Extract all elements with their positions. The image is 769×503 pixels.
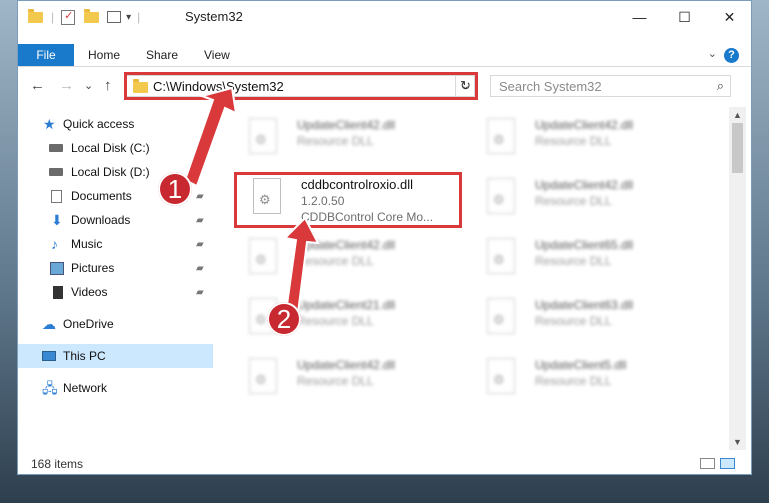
step-1-badge: 1 (158, 172, 192, 206)
step-2-badge: 2 (267, 302, 301, 336)
callout-arrows (183, 86, 320, 315)
arrow-to-file-icon (282, 216, 320, 315)
arrow-to-address-bar-icon (183, 86, 238, 188)
